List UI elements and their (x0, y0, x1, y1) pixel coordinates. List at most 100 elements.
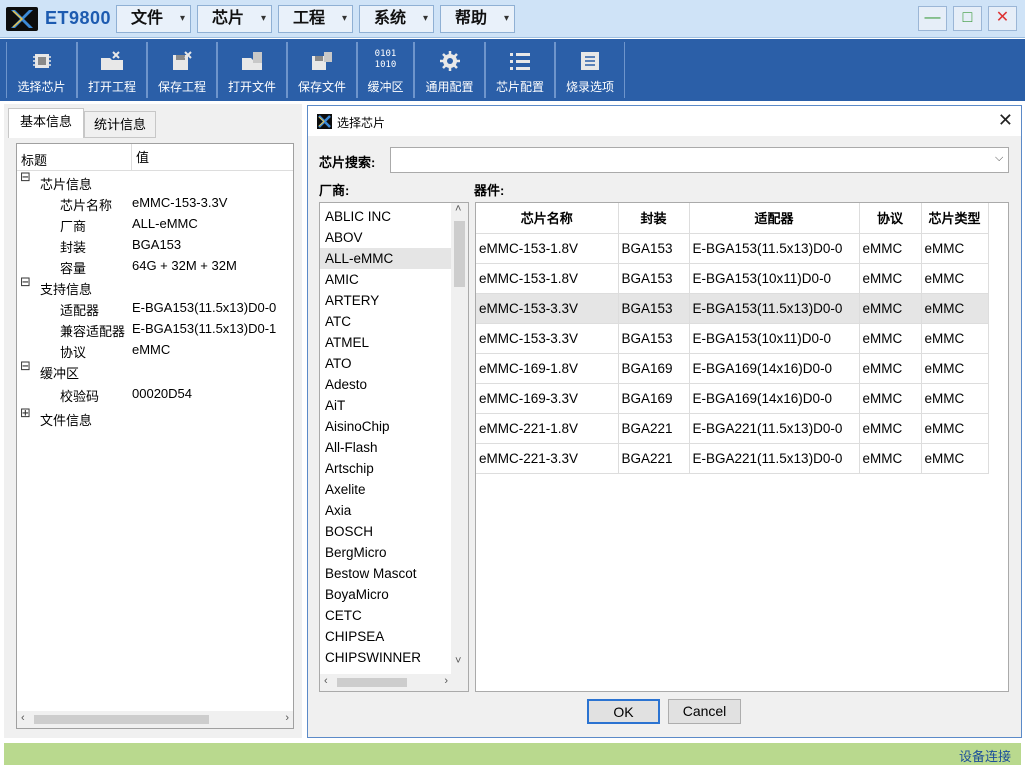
cell-protocol: eMMC (859, 353, 922, 384)
tree-row: 厂商 ALL-eMMC (17, 214, 293, 235)
tree-row: 封装 BGA153 (17, 235, 293, 256)
vendor-item[interactable]: ATO (320, 353, 451, 374)
vendor-item[interactable]: CETC (320, 605, 451, 626)
table-row-selected[interactable]: eMMC-153-3.3V BGA153 E-BGA153(11.5x13)D0… (476, 293, 989, 324)
cancel-button[interactable]: Cancel (668, 699, 741, 724)
menu-help[interactable]: 帮助 ▾ (440, 5, 515, 33)
vendor-item[interactable]: Bestow Mascot (320, 563, 451, 584)
ok-button[interactable]: OK (587, 699, 660, 724)
table-row[interactable]: eMMC-221-3.3V BGA221 E-BGA221(11.5x13)D0… (476, 443, 989, 474)
vendor-item[interactable]: ABOV (320, 227, 451, 248)
menu-chip[interactable]: 芯片 ▾ (197, 5, 272, 33)
vendor-item[interactable]: AMIC (320, 269, 451, 290)
cell-adapter: E-BGA169(14x16)D0-0 (689, 383, 860, 414)
table-row[interactable]: eMMC-169-3.3V BGA169 E-BGA169(14x16)D0-0… (476, 383, 989, 414)
chevron-down-icon: ▾ (179, 13, 185, 24)
chip-config-button[interactable]: 芯片配置 (485, 42, 555, 98)
vendor-item[interactable]: AisinoChip (320, 416, 451, 437)
menu-system[interactable]: 系统 ▾ (359, 5, 434, 33)
maximize-button[interactable]: □ (953, 6, 982, 31)
scrollbar-thumb[interactable] (454, 221, 465, 287)
vendor-item[interactable]: BOSCH (320, 521, 451, 542)
vendor-item[interactable]: ARTERY (320, 290, 451, 311)
tree-group-buffer[interactable]: ⊟ 缓冲区 (17, 359, 293, 382)
vendor-item[interactable]: BoyaMicro (320, 584, 451, 605)
save-project-button[interactable]: 保存工程 (147, 42, 217, 98)
menu-file-label: 文件 (131, 10, 164, 27)
vendor-item[interactable]: All-Flash (320, 437, 451, 458)
vendor-item[interactable]: ATMEL (320, 332, 451, 353)
scroll-up-icon[interactable]: ˄ (455, 203, 461, 215)
cell-adapter: E-BGA153(11.5x13)D0-0 (689, 293, 860, 324)
column-header-adapter[interactable]: 适配器 (689, 203, 860, 234)
cell-chip-name: eMMC-221-3.3V (476, 443, 619, 474)
buffer-button[interactable]: 0101 1010 缓冲区 (357, 42, 414, 98)
cell-package: BGA221 (618, 443, 690, 474)
cell-chip-type: eMMC (921, 413, 989, 444)
collapse-icon[interactable]: ⊟ (20, 170, 31, 183)
tab-basic-info[interactable]: 基本信息 (8, 108, 84, 138)
menu-system-label: 系统 (374, 10, 407, 27)
vendor-item[interactable]: BergMicro (320, 542, 451, 563)
scrollbar-thumb[interactable] (34, 715, 209, 724)
tree-group-chip-info[interactable]: ⊟ 芯片信息 (17, 170, 293, 193)
vendor-item[interactable]: AiT (320, 395, 451, 416)
general-config-button[interactable]: 通用配置 (414, 42, 485, 98)
open-file-button[interactable]: 打开文件 (217, 42, 287, 98)
tree-row-value: 00020D54 (132, 386, 192, 401)
tree-group-file-info[interactable]: ⊞ 文件信息 (17, 406, 293, 429)
scroll-down-icon[interactable]: ˅ (455, 655, 461, 667)
vendor-item[interactable]: Artschip (320, 458, 451, 479)
tab-statistics[interactable]: 统计信息 (84, 111, 156, 138)
table-row[interactable]: eMMC-153-1.8V BGA153 E-BGA153(11.5x13)D0… (476, 233, 989, 264)
close-icon[interactable]: ✕ (998, 110, 1013, 131)
cell-chip-name: eMMC-153-3.3V (476, 293, 619, 324)
cell-chip-type: eMMC (921, 443, 989, 474)
vendor-item-selected[interactable]: ALL-eMMC (320, 248, 451, 269)
vendor-item[interactable]: ABLIC INC (320, 206, 451, 227)
scroll-left-icon[interactable]: ‹ (21, 712, 25, 724)
vendor-item[interactable]: CHIPSEA (320, 626, 451, 647)
vendor-item[interactable]: ATC (320, 311, 451, 332)
vendor-item[interactable]: Axia (320, 500, 451, 521)
vendor-item[interactable]: CHIPSWINNER (320, 647, 451, 668)
horizontal-scrollbar[interactable]: ‹ › (320, 674, 468, 691)
open-project-button[interactable]: 打开工程 (77, 42, 147, 98)
minimize-button[interactable]: — (918, 6, 947, 31)
column-header-package[interactable]: 封装 (618, 203, 690, 234)
column-header-value: 值 (131, 144, 149, 171)
close-window-button[interactable]: ✕ (988, 6, 1017, 31)
column-header-protocol[interactable]: 协议 (859, 203, 922, 234)
column-header-chip-name[interactable]: 芯片名称 (476, 203, 619, 234)
table-row[interactable]: eMMC-221-1.8V BGA221 E-BGA221(11.5x13)D0… (476, 413, 989, 444)
menu-project[interactable]: 工程 ▾ (278, 5, 353, 33)
scroll-right-icon[interactable]: › (285, 712, 289, 724)
column-header-chip-type[interactable]: 芯片类型 (921, 203, 989, 234)
expand-icon[interactable]: ⊞ (20, 406, 31, 419)
chevron-down-icon[interactable]: ⌵ (995, 152, 1003, 165)
burn-options-button[interactable]: 烧录选项 (555, 42, 625, 98)
scroll-left-icon[interactable]: ‹ (324, 675, 328, 687)
scrollbar-thumb[interactable] (337, 678, 407, 687)
buffer-label: 缓冲区 (367, 80, 404, 94)
collapse-icon[interactable]: ⊟ (20, 359, 31, 372)
tree-group-support-info[interactable]: ⊟ 支持信息 (17, 275, 293, 298)
horizontal-scrollbar[interactable]: ‹ › (17, 711, 293, 728)
menu-file[interactable]: 文件 ▾ (116, 5, 191, 33)
tree-row-value: ALL-eMMC (132, 216, 198, 231)
scroll-right-icon[interactable]: › (444, 675, 448, 687)
app-logo-icon (317, 114, 332, 129)
table-row[interactable]: eMMC-169-1.8V BGA169 E-BGA169(14x16)D0-0… (476, 353, 989, 384)
save-file-button[interactable]: 保存文件 (287, 42, 357, 98)
tree-row-key: 厂商 (60, 219, 87, 234)
cell-adapter: E-BGA153(11.5x13)D0-0 (689, 233, 860, 264)
vertical-scrollbar[interactable]: ˄ ˅ (451, 203, 468, 674)
table-row[interactable]: eMMC-153-3.3V BGA153 E-BGA153(10x11)D0-0… (476, 323, 989, 354)
chip-search-input[interactable] (390, 147, 1009, 173)
table-row[interactable]: eMMC-153-1.8V BGA153 E-BGA153(10x11)D0-0… (476, 263, 989, 294)
vendor-item[interactable]: Adesto (320, 374, 451, 395)
vendor-item[interactable]: Axelite (320, 479, 451, 500)
options-icon (581, 52, 599, 70)
collapse-icon[interactable]: ⊟ (20, 275, 31, 288)
select-chip-button[interactable]: 选择芯片 (6, 42, 77, 98)
